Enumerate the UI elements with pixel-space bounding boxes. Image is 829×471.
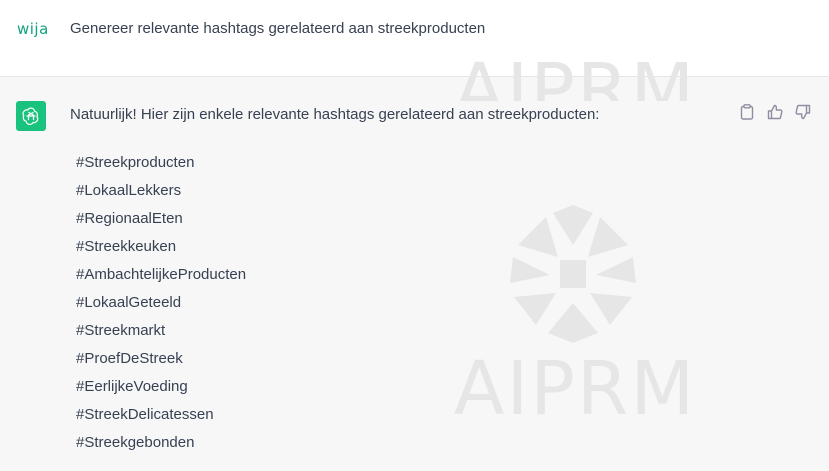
- list-item: #StreekDelicatessen: [76, 406, 214, 423]
- list-item: #Streekkeuken: [76, 238, 177, 255]
- aiprm-watermark: AIPRM AIPRM: [450, 51, 710, 471]
- aiprm-logo-icon: [510, 205, 636, 343]
- list-item: #RegionaalEten: [76, 210, 183, 227]
- user-avatar: wija: [17, 20, 49, 38]
- user-message-row: wija Genereer relevante hashtags gerelat…: [0, 0, 829, 77]
- list-item: #LokaalLekkers: [76, 182, 182, 199]
- assistant-message-row: AIPRM AIPRM Natuurlijk! Hier zijn enkele…: [0, 51, 829, 471]
- thumbs-up-icon[interactable]: [767, 104, 783, 120]
- list-item: #AmbachtelijkeProducten: [76, 266, 247, 283]
- list-item: #Streekproducten: [76, 154, 195, 171]
- clipboard-icon[interactable]: [739, 104, 755, 120]
- list-item: #Streekgebonden: [76, 434, 195, 451]
- list-item: #Streekmarkt: [76, 322, 166, 339]
- assistant-intro-text: Natuurlijk! Hier zijn enkele relevante h…: [70, 106, 600, 123]
- list-item: #ProefDeStreek: [76, 350, 183, 367]
- chat-page: wija Genereer relevante hashtags gerelat…: [0, 0, 829, 471]
- watermark-text: AIPRM: [453, 346, 697, 432]
- thumbs-down-icon[interactable]: [795, 104, 811, 120]
- watermark-text-top: AIPRM: [453, 51, 697, 101]
- message-actions: [739, 104, 811, 120]
- list-item: #EerlijkeVoeding: [76, 378, 188, 395]
- list-item: #LokaalGeteeld: [76, 294, 182, 311]
- hashtag-list: #Streekproducten #LokaalLekkers #Regiona…: [76, 153, 246, 461]
- chatgpt-logo-icon: [16, 101, 46, 131]
- user-message-text: Genereer relevante hashtags gerelateerd …: [70, 20, 486, 37]
